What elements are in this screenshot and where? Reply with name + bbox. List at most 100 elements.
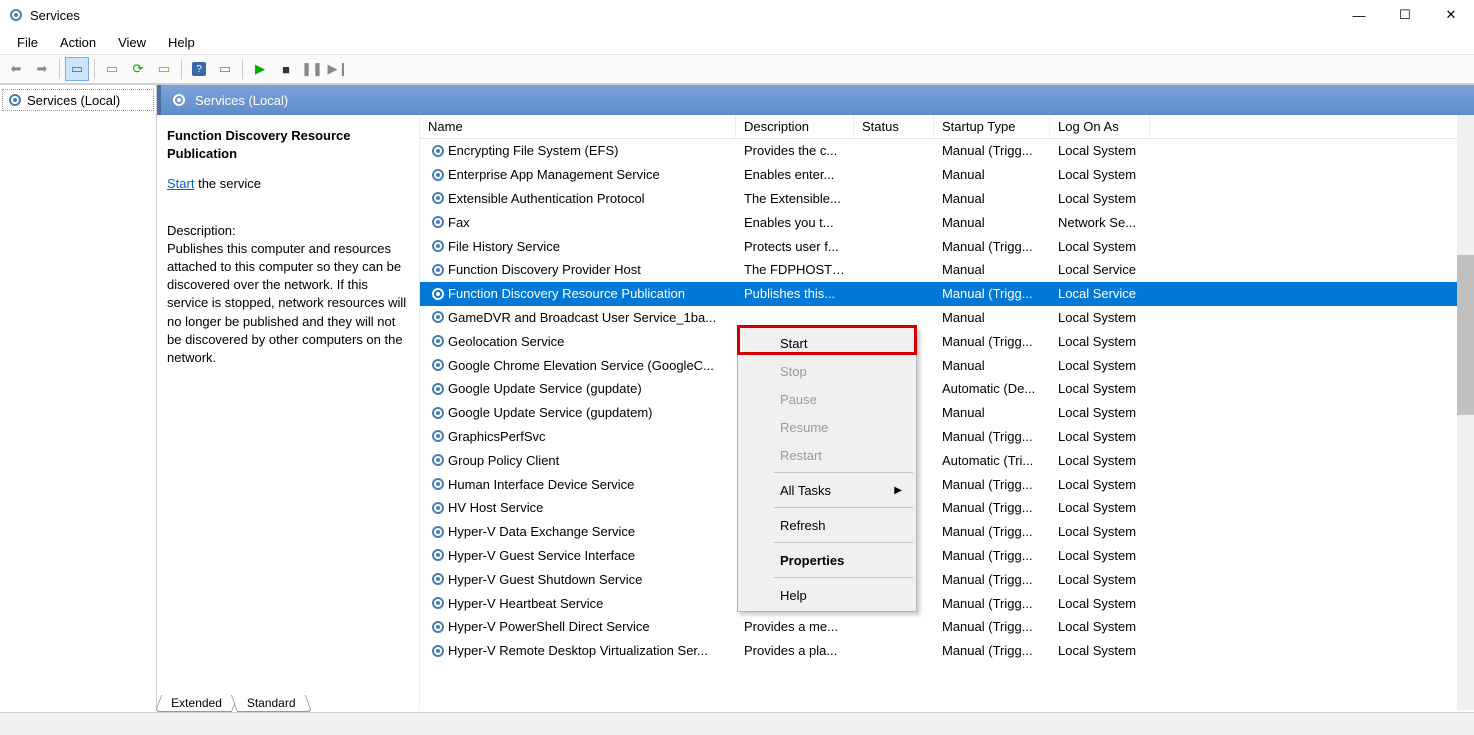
service-startup: Manual	[934, 358, 1050, 373]
menu-view[interactable]: View	[109, 32, 155, 53]
service-logon: Local System	[1050, 167, 1150, 182]
service-name: Group Policy Client	[448, 453, 559, 468]
table-row[interactable]: Hyper-V PowerShell Direct ServiceProvide…	[420, 615, 1474, 639]
service-desc: Publishes this...	[736, 286, 854, 301]
forward-button[interactable]: ➡	[30, 57, 54, 81]
table-row[interactable]: Function Discovery Provider HostThe FDPH…	[420, 258, 1474, 282]
table-row[interactable]: HV Host ServiceManual (Trigg...Local Sys…	[420, 496, 1474, 520]
ctx-restart: Restart	[740, 441, 914, 469]
table-row[interactable]: Encrypting File System (EFS)Provides the…	[420, 139, 1474, 163]
service-logon: Local System	[1050, 572, 1150, 587]
service-startup: Manual (Trigg...	[934, 429, 1050, 444]
table-row[interactable]: Hyper-V Data Exchange ServiceManual (Tri…	[420, 520, 1474, 544]
ctx-refresh[interactable]: Refresh	[740, 511, 914, 539]
properties-button[interactable]: ▭	[100, 57, 124, 81]
content-header: Services (Local)	[157, 85, 1474, 115]
menu-help[interactable]: Help	[159, 32, 204, 53]
col-description[interactable]: Description	[736, 115, 854, 138]
status-bar	[0, 712, 1474, 735]
table-row[interactable]: Group Policy ClientgAutomatic (Tri...Loc…	[420, 448, 1474, 472]
col-startup[interactable]: Startup Type	[934, 115, 1050, 138]
pause-service-button[interactable]: ❚❚	[300, 57, 324, 81]
service-name: Geolocation Service	[448, 334, 564, 349]
table-row[interactable]: Enterprise App Management ServiceEnables…	[420, 163, 1474, 187]
ctx-help[interactable]: Help	[740, 581, 914, 609]
list-pane: Name Description Status Startup Type Log…	[419, 115, 1474, 710]
col-name[interactable]: Name	[420, 115, 736, 138]
tree-root-item[interactable]: Services (Local)	[2, 89, 154, 111]
table-row[interactable]: Hyper-V Remote Desktop Virtualization Se…	[420, 639, 1474, 663]
tab-extended[interactable]: Extended	[155, 695, 238, 712]
gear-icon	[430, 547, 446, 563]
gear-icon	[430, 190, 446, 206]
table-row[interactable]: Function Discovery Resource PublicationP…	[420, 282, 1474, 306]
toolbar-icon[interactable]: ▭	[213, 57, 237, 81]
table-row[interactable]: Hyper-V Heartbeat ServiceMonitors the ..…	[420, 591, 1474, 615]
table-row[interactable]: Extensible Authentication ProtocolThe Ex…	[420, 187, 1474, 211]
app-icon	[8, 7, 24, 23]
service-desc: The FDPHOST ...	[736, 262, 854, 277]
back-button[interactable]: ⬅	[4, 57, 28, 81]
refresh-button[interactable]: ⟳	[126, 57, 150, 81]
tabs-strip: Extended Standard	[158, 690, 308, 712]
scrollbar-thumb[interactable]	[1457, 255, 1474, 415]
gear-icon	[430, 643, 446, 659]
restart-service-button[interactable]: ▶❙	[326, 57, 350, 81]
col-status[interactable]: Status	[854, 115, 934, 138]
gear-icon	[430, 309, 446, 325]
service-logon: Local System	[1050, 358, 1150, 373]
service-name: Extensible Authentication Protocol	[448, 191, 645, 206]
menu-file[interactable]: File	[8, 32, 47, 53]
gear-icon	[430, 405, 446, 421]
gear-icon	[430, 452, 446, 468]
stop-service-button[interactable]: ■	[274, 57, 298, 81]
table-row[interactable]: Hyper-V Guest Service InterfaceManual (T…	[420, 544, 1474, 568]
col-logon[interactable]: Log On As	[1050, 115, 1150, 138]
service-name: Hyper-V Remote Desktop Virtualization Se…	[448, 643, 708, 658]
service-logon: Local System	[1050, 500, 1150, 515]
service-desc: Provides the c...	[736, 143, 854, 158]
content-header-label: Services (Local)	[195, 93, 288, 108]
start-link[interactable]: Start	[167, 176, 194, 191]
table-row[interactable]: FaxEnables you t...ManualNetwork Se...	[420, 210, 1474, 234]
service-logon: Network Se...	[1050, 215, 1150, 230]
table-row[interactable]: File History ServiceProtects user f...Ma…	[420, 234, 1474, 258]
export-button[interactable]: ▭	[152, 57, 176, 81]
table-row[interactable]: Hyper-V Guest Shutdown ServiceManual (Tr…	[420, 567, 1474, 591]
maximize-button[interactable]: ☐	[1382, 0, 1428, 30]
service-name: Fax	[448, 215, 470, 230]
start-service-button[interactable]: ▶	[248, 57, 272, 81]
ctx-all-tasks[interactable]: All Tasks▶	[740, 476, 914, 504]
service-name: Hyper-V Guest Shutdown Service	[448, 572, 642, 587]
ctx-start[interactable]: Start	[740, 329, 914, 357]
show-hide-tree-button[interactable]: ▭	[65, 57, 89, 81]
service-name: Hyper-V Heartbeat Service	[448, 596, 603, 611]
close-button[interactable]: ✕	[1428, 0, 1474, 30]
table-row[interactable]: Google Update Service (gupdate)Automatic…	[420, 377, 1474, 401]
help-button[interactable]: ?	[187, 57, 211, 81]
menu-action[interactable]: Action	[51, 32, 105, 53]
table-row[interactable]: Geolocation ServicegManual (Trigg...Loca…	[420, 329, 1474, 353]
tab-standard[interactable]: Standard	[231, 695, 312, 712]
table-row[interactable]: Human Interface Device ServiceManual (Tr…	[420, 472, 1474, 496]
service-logon: Local System	[1050, 619, 1150, 634]
minimize-button[interactable]: —	[1336, 0, 1382, 30]
scrollbar-track[interactable]	[1457, 115, 1474, 710]
ctx-resume: Resume	[740, 413, 914, 441]
table-row[interactable]: Google Chrome Elevation Service (GoogleC…	[420, 353, 1474, 377]
service-name: Hyper-V Data Exchange Service	[448, 524, 635, 539]
service-startup: Manual	[934, 191, 1050, 206]
table-row[interactable]: GraphicsPerfSvcManual (Trigg...Local Sys…	[420, 425, 1474, 449]
service-desc: Protects user f...	[736, 239, 854, 254]
gear-icon	[430, 167, 446, 183]
service-startup: Manual (Trigg...	[934, 477, 1050, 492]
service-startup: Manual (Trigg...	[934, 548, 1050, 563]
service-logon: Local System	[1050, 453, 1150, 468]
submenu-arrow-icon: ▶	[894, 485, 902, 496]
detail-description: Publishes this computer and resources at…	[167, 240, 409, 367]
service-desc: Enables enter...	[736, 167, 854, 182]
service-logon: Local System	[1050, 381, 1150, 396]
table-row[interactable]: Google Update Service (gupdatem)ManualLo…	[420, 401, 1474, 425]
table-row[interactable]: GameDVR and Broadcast User Service_1ba..…	[420, 306, 1474, 330]
ctx-properties[interactable]: Properties	[740, 546, 914, 574]
